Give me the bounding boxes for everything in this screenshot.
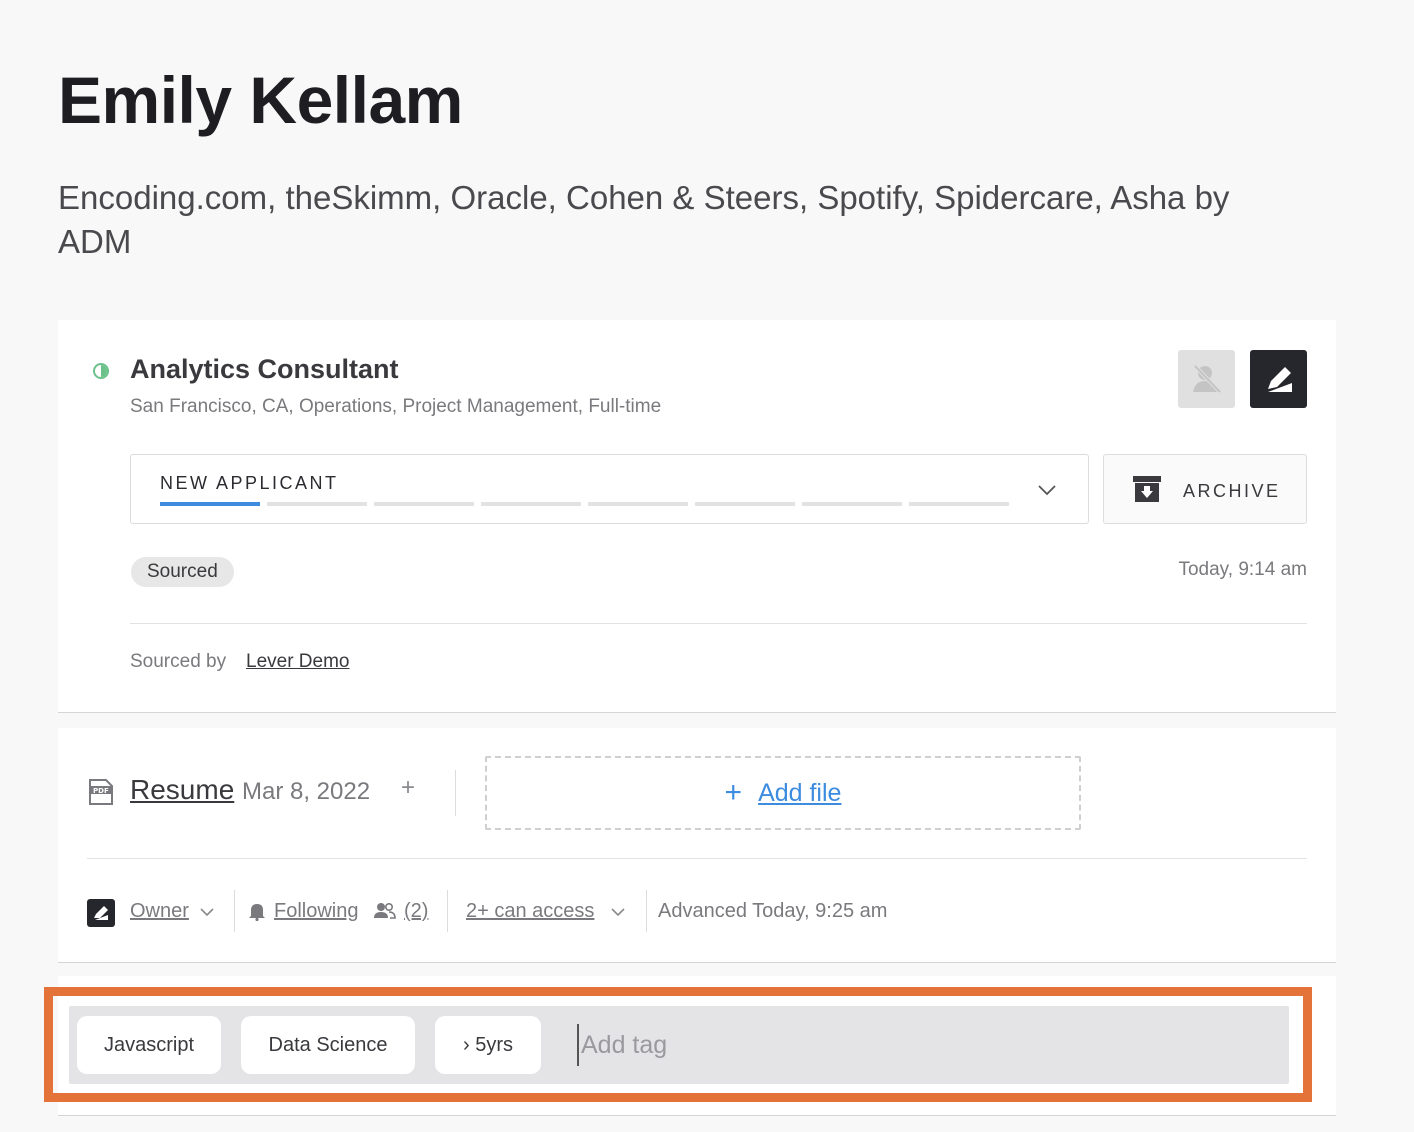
archive-label: ARCHIVE <box>1183 481 1281 501</box>
archive-box-icon <box>1133 476 1161 502</box>
stage-step <box>695 502 795 506</box>
tag-editor[interactable]: Javascript Data Science › 5yrs <box>69 1006 1289 1084</box>
candidate-name: Emily Kellam <box>58 63 463 137</box>
pencil-icon <box>94 906 108 920</box>
add-file-link[interactable]: Add file <box>758 779 841 808</box>
divider <box>130 623 1307 624</box>
chevron-down-icon[interactable] <box>610 904 626 920</box>
add-file-dropzone[interactable]: + Add file <box>485 756 1081 830</box>
opportunity-card: Analytics Consultant San Francisco, CA, … <box>58 320 1336 713</box>
tag-chip[interactable]: Javascript <box>77 1016 221 1074</box>
tag-chip[interactable]: Data Science <box>241 1016 415 1074</box>
files-card: PDF Resume Mar 8, 2022 + + Add file Owne… <box>58 728 1336 963</box>
stage-step <box>481 502 581 506</box>
pdf-file-icon: PDF <box>89 779 113 805</box>
divider <box>447 890 448 932</box>
anonymous-user-icon <box>1192 364 1221 394</box>
job-meta: San Francisco, CA, Operations, Project M… <box>130 396 662 417</box>
sourced-by-label: Sourced by <box>130 651 227 672</box>
stage-step <box>374 502 474 506</box>
divider <box>87 858 1307 859</box>
archive-button[interactable]: ARCHIVE <box>1103 454 1307 524</box>
anonymize-button[interactable] <box>1178 350 1235 408</box>
stage-step-active <box>160 502 260 506</box>
tag-chip[interactable]: › 5yrs <box>435 1016 541 1074</box>
tags-card: Javascript Data Science › 5yrs <box>58 976 1336 1116</box>
chevron-down-icon[interactable] <box>1036 479 1058 501</box>
stage-label: NEW APPLICANT <box>160 473 339 493</box>
followers-count-link[interactable]: (2) <box>404 900 428 923</box>
edit-button[interactable] <box>1250 350 1307 408</box>
chevron-down-icon[interactable] <box>199 904 215 920</box>
plus-icon: + <box>724 776 743 809</box>
active-status-icon <box>93 363 109 379</box>
owner-dropdown[interactable]: Owner <box>130 900 189 923</box>
pencil-icon <box>1267 367 1292 392</box>
job-title: Analytics Consultant <box>130 354 399 384</box>
opportunity-meta-row: Owner Following (2) 2+ can access Advanc… <box>87 888 1307 934</box>
source-badge: Sourced <box>131 557 234 587</box>
divider <box>455 770 456 816</box>
sourced-by-link[interactable]: Lever Demo <box>246 651 350 673</box>
bell-icon <box>249 904 265 921</box>
stage-timestamp: Today, 9:14 am <box>1178 559 1307 580</box>
stage-step <box>909 502 1009 506</box>
advanced-timestamp: Advanced Today, 9:25 am <box>658 900 888 922</box>
add-resume-button[interactable]: + <box>401 774 415 802</box>
stage-step <box>802 502 902 506</box>
stage-step <box>267 502 367 506</box>
following-toggle[interactable]: Following <box>274 900 358 923</box>
svg-text:PDF: PDF <box>93 787 109 795</box>
stage-selector[interactable]: NEW APPLICANT <box>130 454 1089 524</box>
stage-step <box>588 502 688 506</box>
divider <box>646 890 647 932</box>
access-dropdown[interactable]: 2+ can access <box>466 900 594 923</box>
stage-progress <box>160 502 1009 506</box>
owner-avatar <box>87 899 115 927</box>
candidate-companies: Encoding.com, theSkimm, Oracle, Cohen & … <box>58 179 1230 260</box>
resume-date: Mar 8, 2022 <box>242 778 371 805</box>
users-icon <box>374 902 396 919</box>
resume-link[interactable]: Resume <box>130 774 234 806</box>
add-tag-input[interactable] <box>577 1024 1257 1066</box>
divider <box>234 890 235 932</box>
